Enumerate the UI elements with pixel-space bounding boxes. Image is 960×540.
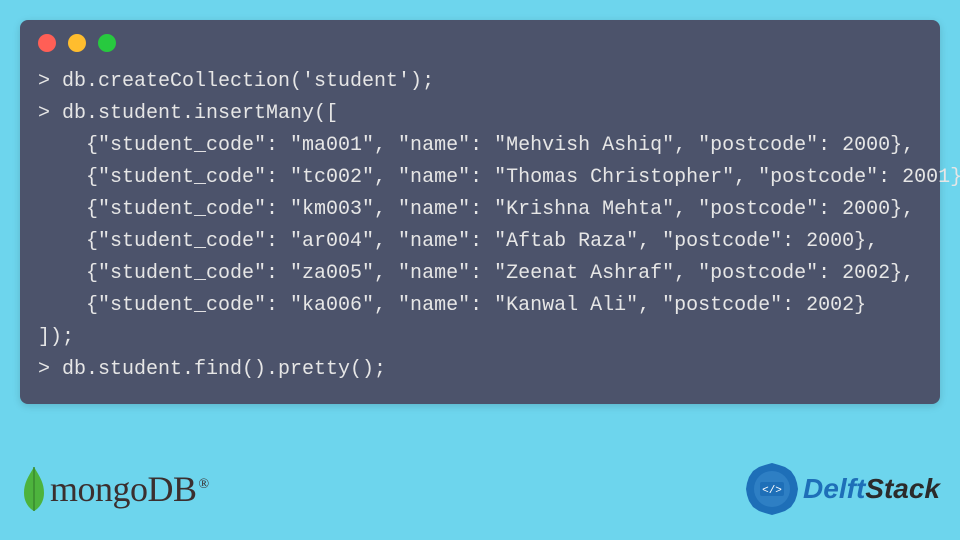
minimize-icon — [68, 34, 86, 52]
code-line: {"student_code": "ar004", "name": "Aftab… — [38, 226, 922, 258]
delftstack-logo: </> DelftStack — [745, 462, 940, 516]
code-terminal: > db.createCollection('student');> db.st… — [20, 20, 940, 404]
gear-badge-icon: </> — [745, 462, 799, 516]
code-line: {"student_code": "tc002", "name": "Thoma… — [38, 162, 922, 194]
code-line: {"student_code": "km003", "name": "Krish… — [38, 194, 922, 226]
mongodb-logo: mongoDB® — [20, 465, 209, 513]
code-line: > db.student.find().pretty(); — [38, 354, 922, 386]
delftstack-text: DelftStack — [803, 473, 940, 505]
window-controls — [38, 34, 922, 52]
code-line: {"student_code": "ma001", "name": "Mehvi… — [38, 130, 922, 162]
mongodb-text: mongoDB® — [50, 468, 209, 510]
code-line: {"student_code": "ka006", "name": "Kanwa… — [38, 290, 922, 322]
code-line: ]); — [38, 322, 922, 354]
footer: mongoDB® </> DelftStack — [20, 462, 940, 516]
maximize-icon — [98, 34, 116, 52]
svg-text:</>: </> — [762, 485, 782, 497]
code-line: > db.createCollection('student'); — [38, 66, 922, 98]
code-line: {"student_code": "za005", "name": "Zeena… — [38, 258, 922, 290]
leaf-icon — [20, 465, 48, 513]
close-icon — [38, 34, 56, 52]
code-line: > db.student.insertMany([ — [38, 98, 922, 130]
code-content: > db.createCollection('student');> db.st… — [38, 66, 922, 386]
